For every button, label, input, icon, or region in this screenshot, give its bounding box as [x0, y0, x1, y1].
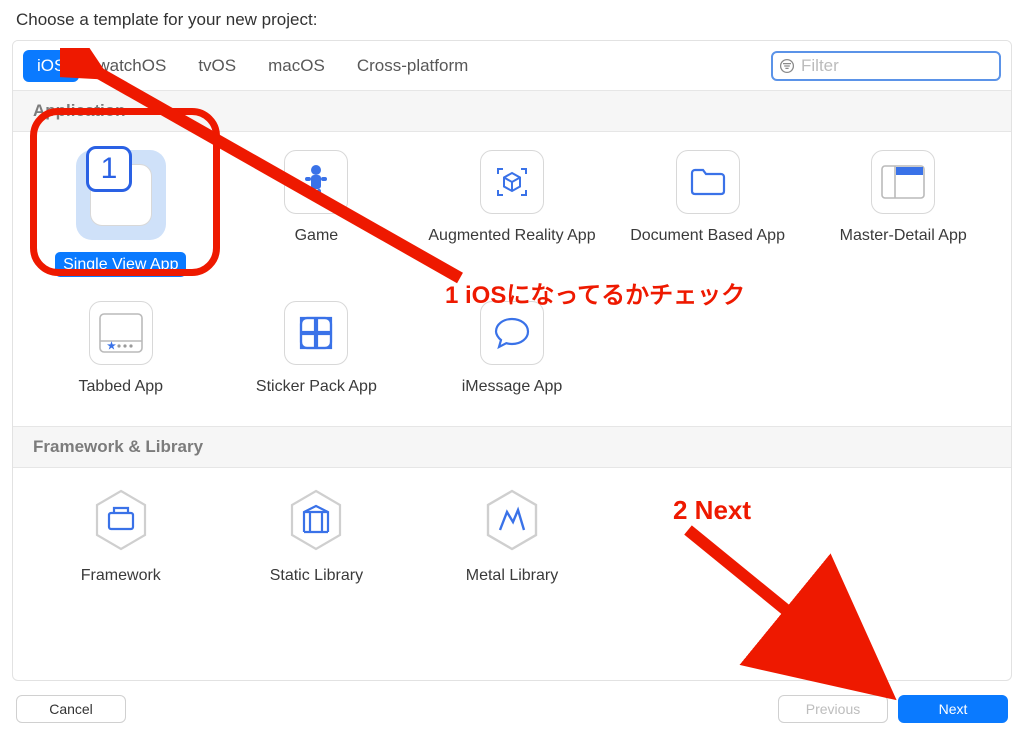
- previous-button: Previous: [778, 695, 888, 723]
- template-label: Sticker Pack App: [256, 377, 377, 396]
- tab-crossplatform[interactable]: Cross-platform: [343, 50, 482, 82]
- template-metal-library[interactable]: Metal Library: [414, 486, 610, 585]
- template-static-library[interactable]: Static Library: [219, 486, 415, 585]
- template-master-detail-app[interactable]: Master-Detail App: [805, 150, 1001, 277]
- template-document-based-app[interactable]: Document Based App: [610, 150, 806, 277]
- sticker-pack-icon: [284, 301, 348, 365]
- section-framework-label: Framework & Library: [13, 426, 1011, 468]
- tab-macos[interactable]: macOS: [254, 50, 339, 82]
- template-label: Tabbed App: [79, 377, 164, 396]
- game-icon: [284, 150, 348, 214]
- template-scroll-area[interactable]: Application Single View App Game Augment…: [13, 91, 1011, 680]
- template-tabbed-app[interactable]: ★ Tabbed App: [23, 301, 219, 396]
- platform-tabbar: iOS watchOS tvOS macOS Cross-platform: [13, 41, 1011, 91]
- page-title: Choose a template for your new project:: [16, 10, 1012, 30]
- document-icon: [676, 150, 740, 214]
- filter-field[interactable]: [771, 51, 1001, 81]
- template-single-view-app[interactable]: Single View App: [23, 150, 219, 277]
- cancel-button[interactable]: Cancel: [16, 695, 126, 723]
- template-picker-panel: iOS watchOS tvOS macOS Cross-platform Ap…: [12, 40, 1012, 681]
- framework-icon: [91, 486, 151, 554]
- template-label: Metal Library: [466, 566, 558, 585]
- single-view-app-icon: [76, 150, 166, 240]
- section-application-label: Application: [13, 91, 1011, 132]
- filter-input[interactable]: [801, 56, 1012, 76]
- svg-text:★: ★: [107, 341, 116, 352]
- tabbed-icon: ★: [89, 301, 153, 365]
- template-imessage-app[interactable]: iMessage App: [414, 301, 610, 396]
- template-label: Augmented Reality App: [428, 226, 595, 245]
- metal-library-icon: [482, 486, 542, 554]
- template-ar-app[interactable]: Augmented Reality App: [414, 150, 610, 277]
- ar-icon: [480, 150, 544, 214]
- template-label: Document Based App: [630, 226, 785, 245]
- tab-watchos[interactable]: watchOS: [83, 50, 180, 82]
- template-label: iMessage App: [462, 377, 563, 396]
- template-framework[interactable]: Framework: [23, 486, 219, 585]
- template-label: Framework: [81, 566, 161, 585]
- master-detail-icon: [871, 150, 935, 214]
- imessage-icon: [480, 301, 544, 365]
- template-label: Master-Detail App: [840, 226, 967, 245]
- template-label: Game: [295, 226, 339, 245]
- template-sticker-pack-app[interactable]: Sticker Pack App: [219, 301, 415, 396]
- application-grid: Single View App Game Augmented Reality A…: [13, 132, 1011, 426]
- framework-grid: Framework Static Library Metal Library: [13, 468, 1011, 615]
- template-label: Static Library: [270, 566, 363, 585]
- template-game[interactable]: Game: [219, 150, 415, 277]
- filter-icon: [779, 57, 795, 75]
- static-library-icon: [286, 486, 346, 554]
- tab-ios[interactable]: iOS: [23, 50, 79, 82]
- template-label: Single View App: [55, 252, 186, 277]
- dialog-footer: Cancel Previous Next: [12, 681, 1012, 725]
- next-button[interactable]: Next: [898, 695, 1008, 723]
- tab-tvos[interactable]: tvOS: [184, 50, 250, 82]
